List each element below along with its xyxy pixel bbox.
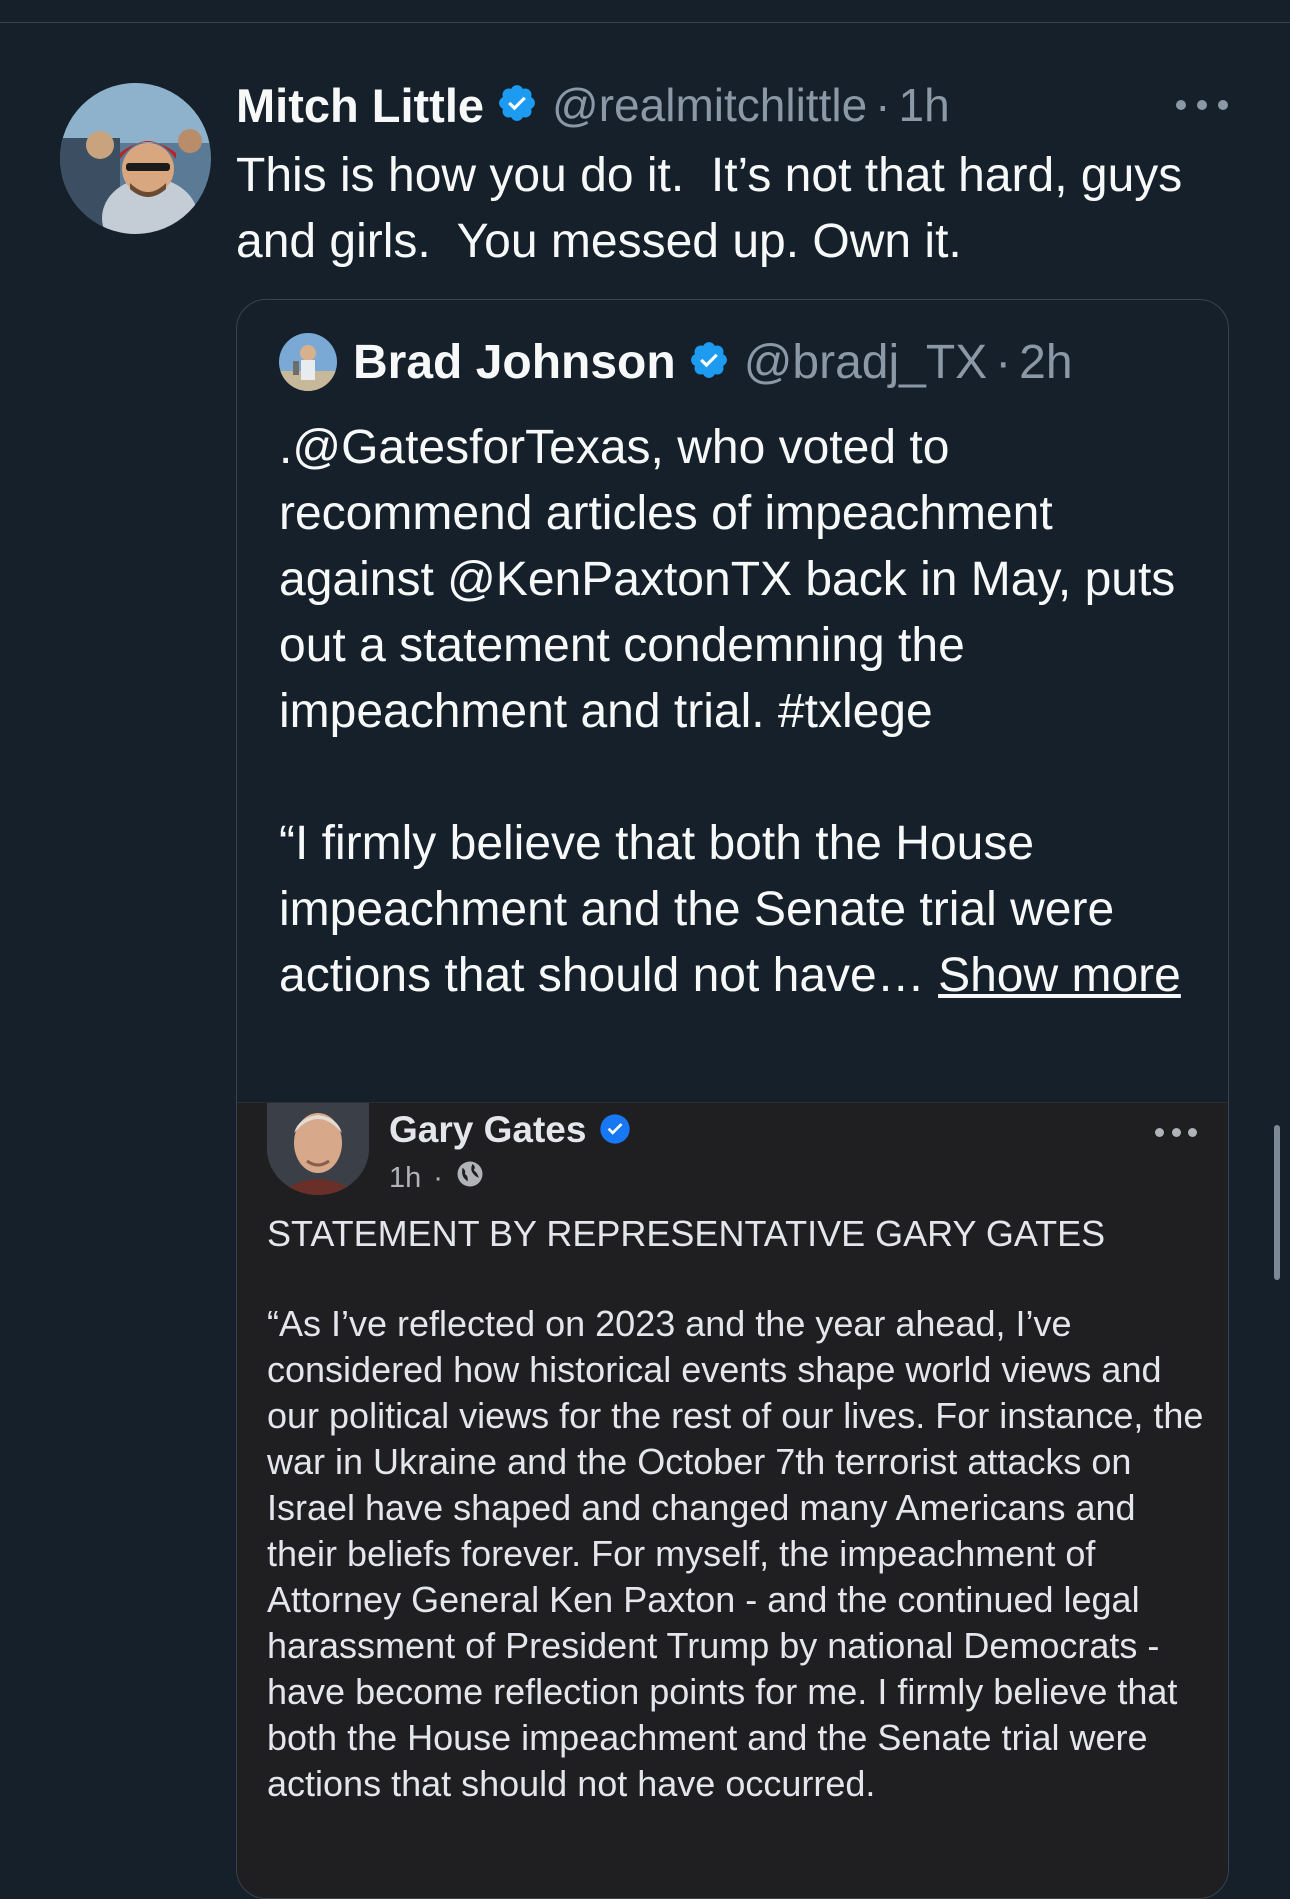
quoted-tweet[interactable]: Brad Johnson @bradj_TX · 2h .@GatesforTe… <box>236 299 1229 1899</box>
facebook-verified-icon <box>599 1113 631 1150</box>
quoted-tweet-time[interactable]: 2h <box>1019 335 1072 390</box>
quoted-author-avatar[interactable] <box>279 333 337 391</box>
tweet-text: This is how you do it. It’s not that har… <box>236 149 1196 268</box>
author-name[interactable]: Mitch Little <box>236 78 484 133</box>
quoted-paragraph-2: “I firmly believe that both the House im… <box>279 811 1209 1009</box>
tweet[interactable]: Mitch Little @realmitchlittle · 1h This … <box>0 23 1290 1899</box>
tweet-time[interactable]: 1h <box>898 78 949 132</box>
quoted-paragraph-1: .@GatesforTexas, who voted to recommend … <box>279 421 1176 738</box>
attached-image[interactable]: Gary Gates 1h · STATEMENT BY REPRESENTAT… <box>237 1102 1228 1898</box>
quoted-avatar-photo-icon <box>279 333 337 391</box>
verified-badge-icon <box>688 339 730 386</box>
globe-icon <box>455 1159 485 1197</box>
separator-dot: · <box>433 1161 443 1194</box>
facebook-more-icon <box>1155 1125 1197 1139</box>
tweet-header: Mitch Little @realmitchlittle · 1h <box>236 75 950 135</box>
avatar-photo-icon <box>60 83 211 234</box>
author-handle[interactable]: @realmitchlittle <box>552 78 867 132</box>
facebook-author-name: Gary Gates <box>389 1109 587 1150</box>
statement-body: “As I’ve reflected on 2023 and the year … <box>267 1303 1204 1804</box>
scrollbar[interactable] <box>1274 1125 1280 1280</box>
author-avatar[interactable] <box>60 83 211 234</box>
facebook-author-avatar <box>267 1103 369 1195</box>
more-options-icon[interactable] <box>1176 85 1228 125</box>
statement-heading: STATEMENT BY REPRESENTATIVE GARY GATES <box>267 1213 1106 1254</box>
show-more-link[interactable]: Show more <box>938 949 1181 1002</box>
facebook-avatar-photo-icon <box>267 1103 369 1195</box>
quoted-author-handle[interactable]: @bradj_TX <box>744 335 988 390</box>
quoted-tweet-text: .@GatesforTexas, who voted to recommend … <box>279 415 1209 1009</box>
facebook-post-time: 1h <box>389 1161 422 1194</box>
facebook-post-meta: 1h · <box>389 1159 485 1197</box>
separator-dot: · <box>995 335 1012 389</box>
separator-dot: · <box>875 79 891 131</box>
quoted-author-name[interactable]: Brad Johnson <box>353 335 676 390</box>
verified-badge-icon <box>496 82 538 129</box>
quoted-tweet-header: Brad Johnson @bradj_TX · 2h <box>279 330 1073 394</box>
